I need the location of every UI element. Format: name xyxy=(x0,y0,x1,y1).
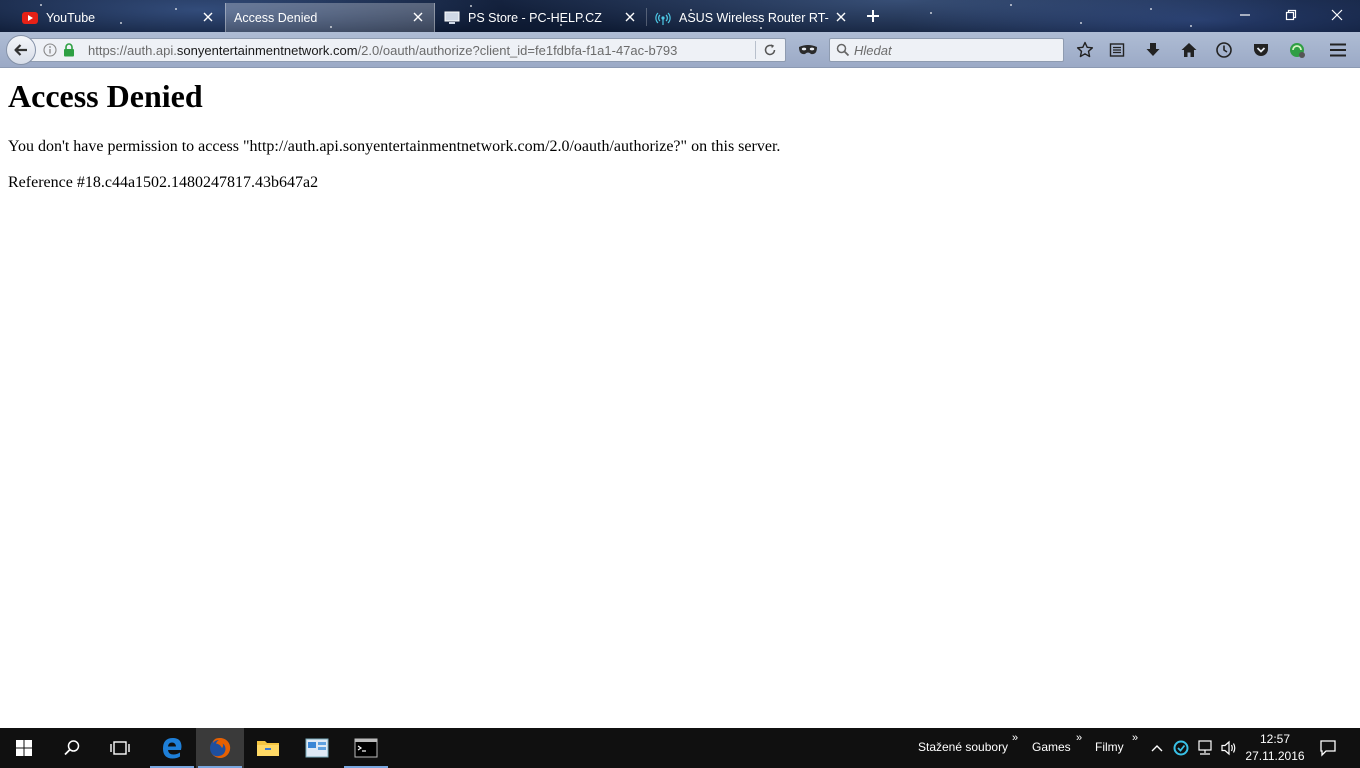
tab-title: ASUS Wireless Router RT-... xyxy=(679,10,829,25)
taskbar-firefox[interactable] xyxy=(196,728,244,768)
minimize-button[interactable] xyxy=(1222,0,1268,30)
url-divider xyxy=(755,41,756,59)
reference-id: Reference #18.c44a1502.1480247817.43b647… xyxy=(8,174,319,191)
task-view-icon xyxy=(110,741,130,755)
tab-ps-store[interactable]: PS Store - PC-HELP.CZ xyxy=(436,3,646,32)
url-prefix: https://auth.api. xyxy=(88,43,177,58)
wireless-icon xyxy=(655,10,671,26)
tab-youtube[interactable]: YouTube xyxy=(14,3,224,32)
chevron-up-icon[interactable] xyxy=(1147,738,1167,758)
action-center-icon[interactable] xyxy=(1318,738,1338,758)
plus-icon xyxy=(867,10,879,22)
firefox-icon xyxy=(210,737,231,758)
taskbar-search-button[interactable] xyxy=(48,728,96,768)
tab-access-denied[interactable]: Access Denied xyxy=(225,3,435,32)
tab-title: Access Denied xyxy=(234,10,318,25)
windows-taskbar: Stažené soubory » Games » Filmy » 12:57 … xyxy=(0,728,1360,768)
search-icon xyxy=(64,740,80,756)
pocket-icon[interactable] xyxy=(1251,40,1271,60)
search-icon xyxy=(836,43,850,57)
clock-date: 27.11.2016 xyxy=(1245,749,1305,763)
folder-icon xyxy=(257,741,279,756)
close-tab-icon[interactable] xyxy=(622,9,638,25)
chevron-right-icon[interactable]: » xyxy=(1132,732,1138,744)
back-button[interactable] xyxy=(6,35,36,65)
computer-icon xyxy=(444,10,460,26)
close-icon xyxy=(1331,9,1343,21)
tab-title: YouTube xyxy=(46,10,96,25)
clock-time: 12:57 xyxy=(1259,732,1291,746)
volume-icon[interactable] xyxy=(1219,738,1239,758)
url-domain: sonyentertainmentnetwork.com xyxy=(176,43,358,58)
chevron-right-icon[interactable]: » xyxy=(1012,732,1018,744)
youtube-icon xyxy=(22,10,38,26)
close-tab-icon[interactable] xyxy=(833,9,849,25)
close-window-button[interactable] xyxy=(1314,0,1360,30)
shield-icon[interactable] xyxy=(1171,738,1191,758)
history-clock-icon[interactable] xyxy=(1214,40,1234,60)
url-text[interactable]: https://auth.api.sonyentertainmentnetwor… xyxy=(88,43,748,58)
search-bar[interactable] xyxy=(829,38,1064,62)
network-icon[interactable] xyxy=(1195,738,1215,758)
url-bar[interactable]: https://auth.api.sonyentertainmentnetwor… xyxy=(30,38,786,62)
edge-icon xyxy=(163,738,182,759)
taskbar-clock[interactable]: 12:57 27.11.2016 xyxy=(1240,731,1310,765)
new-tab-button[interactable] xyxy=(860,4,886,28)
url-path: /2.0/oauth/authorize?client_id=fe1fdbfa-… xyxy=(357,43,678,58)
taskbar-control-panel[interactable] xyxy=(293,728,341,768)
taskbar-command-prompt[interactable] xyxy=(342,728,390,768)
navigation-toolbar: https://auth.api.sonyentertainmentnetwor… xyxy=(0,32,1360,68)
restore-button[interactable] xyxy=(1268,0,1314,30)
toolbar-downloads[interactable]: Stažené soubory xyxy=(918,740,1008,754)
info-icon[interactable] xyxy=(43,43,57,57)
control-panel-icon xyxy=(305,738,329,758)
close-tab-icon[interactable] xyxy=(410,9,426,25)
start-button[interactable] xyxy=(0,728,48,768)
toolbar-games[interactable]: Games xyxy=(1032,740,1071,754)
tab-asus-router[interactable]: ASUS Wireless Router RT-... xyxy=(647,3,857,32)
terminal-icon xyxy=(354,738,378,758)
tab-title: PS Store - PC-HELP.CZ xyxy=(468,10,602,25)
reload-icon[interactable] xyxy=(762,42,778,58)
chevron-right-icon[interactable]: » xyxy=(1076,732,1082,744)
toolbar-movies[interactable]: Filmy xyxy=(1095,740,1124,754)
page-content: Access Denied You don't have permission … xyxy=(0,69,1360,728)
mask-icon[interactable] xyxy=(797,40,819,60)
error-message: You don't have permission to access "htt… xyxy=(8,138,781,155)
close-tab-icon[interactable] xyxy=(200,9,216,25)
reading-list-icon[interactable] xyxy=(1107,40,1127,60)
bookmark-star-icon[interactable] xyxy=(1075,40,1095,60)
download-icon[interactable] xyxy=(1143,40,1163,60)
minimize-icon xyxy=(1240,14,1250,16)
windows-logo-icon xyxy=(16,740,32,756)
taskbar-edge[interactable] xyxy=(148,728,196,768)
back-arrow-icon xyxy=(14,44,27,56)
home-icon[interactable] xyxy=(1179,40,1199,60)
restore-icon xyxy=(1285,9,1297,21)
page-heading: Access Denied xyxy=(8,78,203,114)
lock-icon[interactable] xyxy=(63,43,75,57)
search-input[interactable] xyxy=(854,41,1059,59)
extension-icon[interactable] xyxy=(1287,40,1307,60)
browser-tab-bar: YouTube Access Denied PS Store - PC-HELP… xyxy=(0,0,1360,32)
taskbar-file-explorer[interactable] xyxy=(244,728,292,768)
task-view-button[interactable] xyxy=(96,728,144,768)
hamburger-menu-icon[interactable] xyxy=(1328,40,1348,60)
